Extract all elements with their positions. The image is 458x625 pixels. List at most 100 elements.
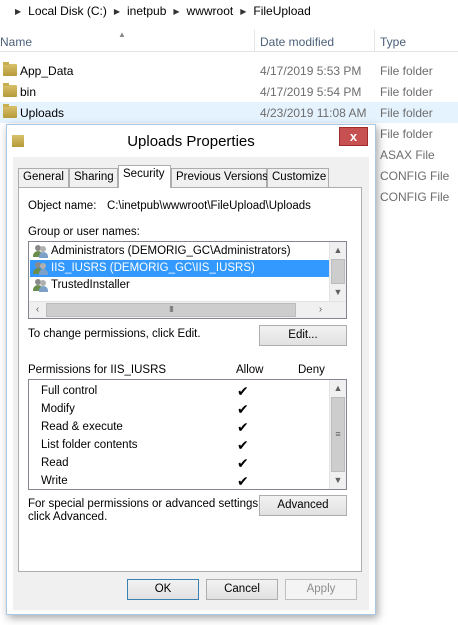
scroll-up-icon[interactable]: ▲ <box>330 380 346 397</box>
permission-name: Read & execute <box>41 421 123 433</box>
object-name-label: Object name: <box>28 200 97 212</box>
permission-row-read: Read ✔ <box>29 455 346 473</box>
special-permissions-text-line1: For special permissions or advanced sett… <box>28 498 262 510</box>
permission-row-list-folder-contents: List folder contents ✔ <box>29 437 346 455</box>
scroll-left-icon[interactable]: ‹ <box>29 302 46 318</box>
permission-row-modify: Modify ✔ <box>29 401 346 419</box>
scrollbar-thumb[interactable]: III <box>46 303 296 317</box>
file-type: ASAX File <box>380 148 435 162</box>
file-date: 4/23/2019 11:08 AM <box>260 106 367 120</box>
users-group-icon <box>33 262 48 275</box>
chevron-right-icon[interactable]: ▶ <box>15 7 21 16</box>
scrollbar-thumb[interactable]: ≡ <box>331 397 345 472</box>
user-list-horizontal-scrollbar[interactable]: ‹ III › <box>29 301 346 318</box>
sort-ascending-icon: ▲ <box>118 30 126 39</box>
user-name: IIS_IUSRS (DEMORIG_GC\IIS_IUSRS) <box>51 262 255 274</box>
allow-checkmark-icon: ✔ <box>237 383 249 399</box>
file-type: File folder <box>380 106 433 120</box>
allow-checkmark-icon: ✔ <box>237 419 249 435</box>
object-name-value: C:\inetpub\wwwroot\FileUpload\Uploads <box>107 200 311 212</box>
file-type: File folder <box>380 64 433 78</box>
allow-column-header: Allow <box>236 364 264 376</box>
chevron-right-icon[interactable]: ▶ <box>240 7 246 16</box>
file-type: CONFIG File <box>380 169 450 183</box>
list-item-iis-iusrs[interactable]: IIS_IUSRS (DEMORIG_GC\IIS_IUSRS) <box>30 260 330 277</box>
permission-name: Full control <box>41 385 98 397</box>
permission-name: Write <box>41 475 68 487</box>
user-list-vertical-scrollbar[interactable]: ▲ ▼ <box>329 242 346 301</box>
scroll-right-icon[interactable]: › <box>312 302 329 318</box>
allow-checkmark-icon: ✔ <box>237 437 249 453</box>
user-name: Administrators (DEMORIG_GC\Administrator… <box>51 245 291 257</box>
folder-icon <box>3 104 17 118</box>
permission-row-read-execute: Read & execute ✔ <box>29 419 346 437</box>
file-type: CONFIG File <box>380 190 450 204</box>
scroll-down-icon[interactable]: ▼ <box>330 284 346 301</box>
folder-icon <box>3 62 17 76</box>
permission-name: Modify <box>41 403 75 415</box>
allow-checkmark-icon: ✔ <box>237 401 249 417</box>
dialog-titlebar[interactable]: Uploads Properties x <box>7 125 375 157</box>
close-button[interactable]: x <box>339 127 368 146</box>
allow-checkmark-icon: ✔ <box>237 455 249 471</box>
user-name: TrustedInstaller <box>51 279 130 291</box>
file-row-app-data[interactable]: App_Data 4/17/2019 5:53 PM File folder <box>0 60 458 81</box>
scroll-down-icon[interactable]: ▼ <box>330 472 346 489</box>
security-tab-panel: Object name: C:\inetpub\wwwroot\FileUplo… <box>18 187 362 572</box>
file-date: 4/17/2019 5:54 PM <box>260 85 362 99</box>
file-name: Uploads <box>20 106 65 120</box>
folder-icon <box>3 83 17 97</box>
permission-row-full-control: Full control ✔ <box>29 383 346 401</box>
dialog-title: Uploads Properties <box>127 133 255 150</box>
breadcrumb-item-inetpub[interactable]: inetpub <box>127 4 166 18</box>
change-permissions-text: To change permissions, click Edit. <box>28 328 201 340</box>
file-row-uploads[interactable]: Uploads 4/23/2019 11:08 AM File folder <box>0 102 458 123</box>
chevron-right-icon[interactable]: ▶ <box>173 7 179 16</box>
apply-button[interactable]: Apply <box>285 579 357 600</box>
list-item-trustedinstaller[interactable]: TrustedInstaller <box>30 277 330 294</box>
scrollbar-thumb[interactable] <box>331 259 345 284</box>
permissions-for-label: Permissions for IIS_IUSRS <box>28 364 167 376</box>
column-divider[interactable] <box>254 30 255 52</box>
tab-customize[interactable]: Customize <box>267 168 329 187</box>
tab-sharing[interactable]: Sharing <box>69 168 118 187</box>
permissions-vertical-scrollbar[interactable]: ▲ ≡ ▼ <box>329 380 346 489</box>
list-item-administrators[interactable]: Administrators (DEMORIG_GC\Administrator… <box>30 243 330 260</box>
tab-security[interactable]: Security <box>118 165 171 188</box>
column-divider[interactable] <box>374 30 375 52</box>
edit-button[interactable]: Edit... <box>259 325 347 346</box>
properties-dialog: Uploads Properties x General Sharing Sec… <box>6 124 376 615</box>
column-header-row: Name ▲ Date modified Type <box>0 30 458 52</box>
breadcrumb-item-wwwroot[interactable]: wwwroot <box>187 4 234 18</box>
column-header-name[interactable]: Name <box>0 35 32 49</box>
permissions-list: Full control ✔ Modify ✔ Read & execute ✔… <box>28 379 347 490</box>
chevron-right-icon[interactable]: ▶ <box>114 7 120 16</box>
dialog-body: General Sharing Security Previous Versio… <box>13 157 369 610</box>
file-name: bin <box>20 85 37 99</box>
user-listbox[interactable]: Administrators (DEMORIG_GC\Administrator… <box>28 241 347 319</box>
file-type: File folder <box>380 127 433 141</box>
group-user-names-label: Group or user names: <box>28 226 140 238</box>
special-permissions-text-line2: click Advanced. <box>28 511 108 523</box>
permission-name: Read <box>41 457 69 469</box>
deny-column-header: Deny <box>298 364 325 376</box>
file-row-bin[interactable]: bin 4/17/2019 5:54 PM File folder <box>0 81 458 102</box>
permission-row-write: Write ✔ <box>29 473 346 491</box>
breadcrumb-item-local-disk[interactable]: Local Disk (C:) <box>28 4 107 18</box>
advanced-button[interactable]: Advanced <box>259 495 347 516</box>
allow-checkmark-icon: ✔ <box>237 473 249 489</box>
file-date: 4/17/2019 5:53 PM <box>260 64 362 78</box>
scroll-up-icon[interactable]: ▲ <box>330 242 346 259</box>
permission-name: List folder contents <box>41 439 138 451</box>
user-icon <box>33 279 48 292</box>
cancel-button[interactable]: Cancel <box>206 579 278 600</box>
ok-button[interactable]: OK <box>127 579 199 600</box>
tab-general[interactable]: General <box>18 168 69 187</box>
tab-previous-versions[interactable]: Previous Versions <box>171 168 268 187</box>
column-header-date-modified[interactable]: Date modified <box>260 35 334 49</box>
column-header-type[interactable]: Type <box>380 35 406 49</box>
file-name: App_Data <box>20 64 74 78</box>
breadcrumb-item-fileupload[interactable]: FileUpload <box>253 4 310 18</box>
file-type: File folder <box>380 85 433 99</box>
users-group-icon <box>33 245 48 258</box>
